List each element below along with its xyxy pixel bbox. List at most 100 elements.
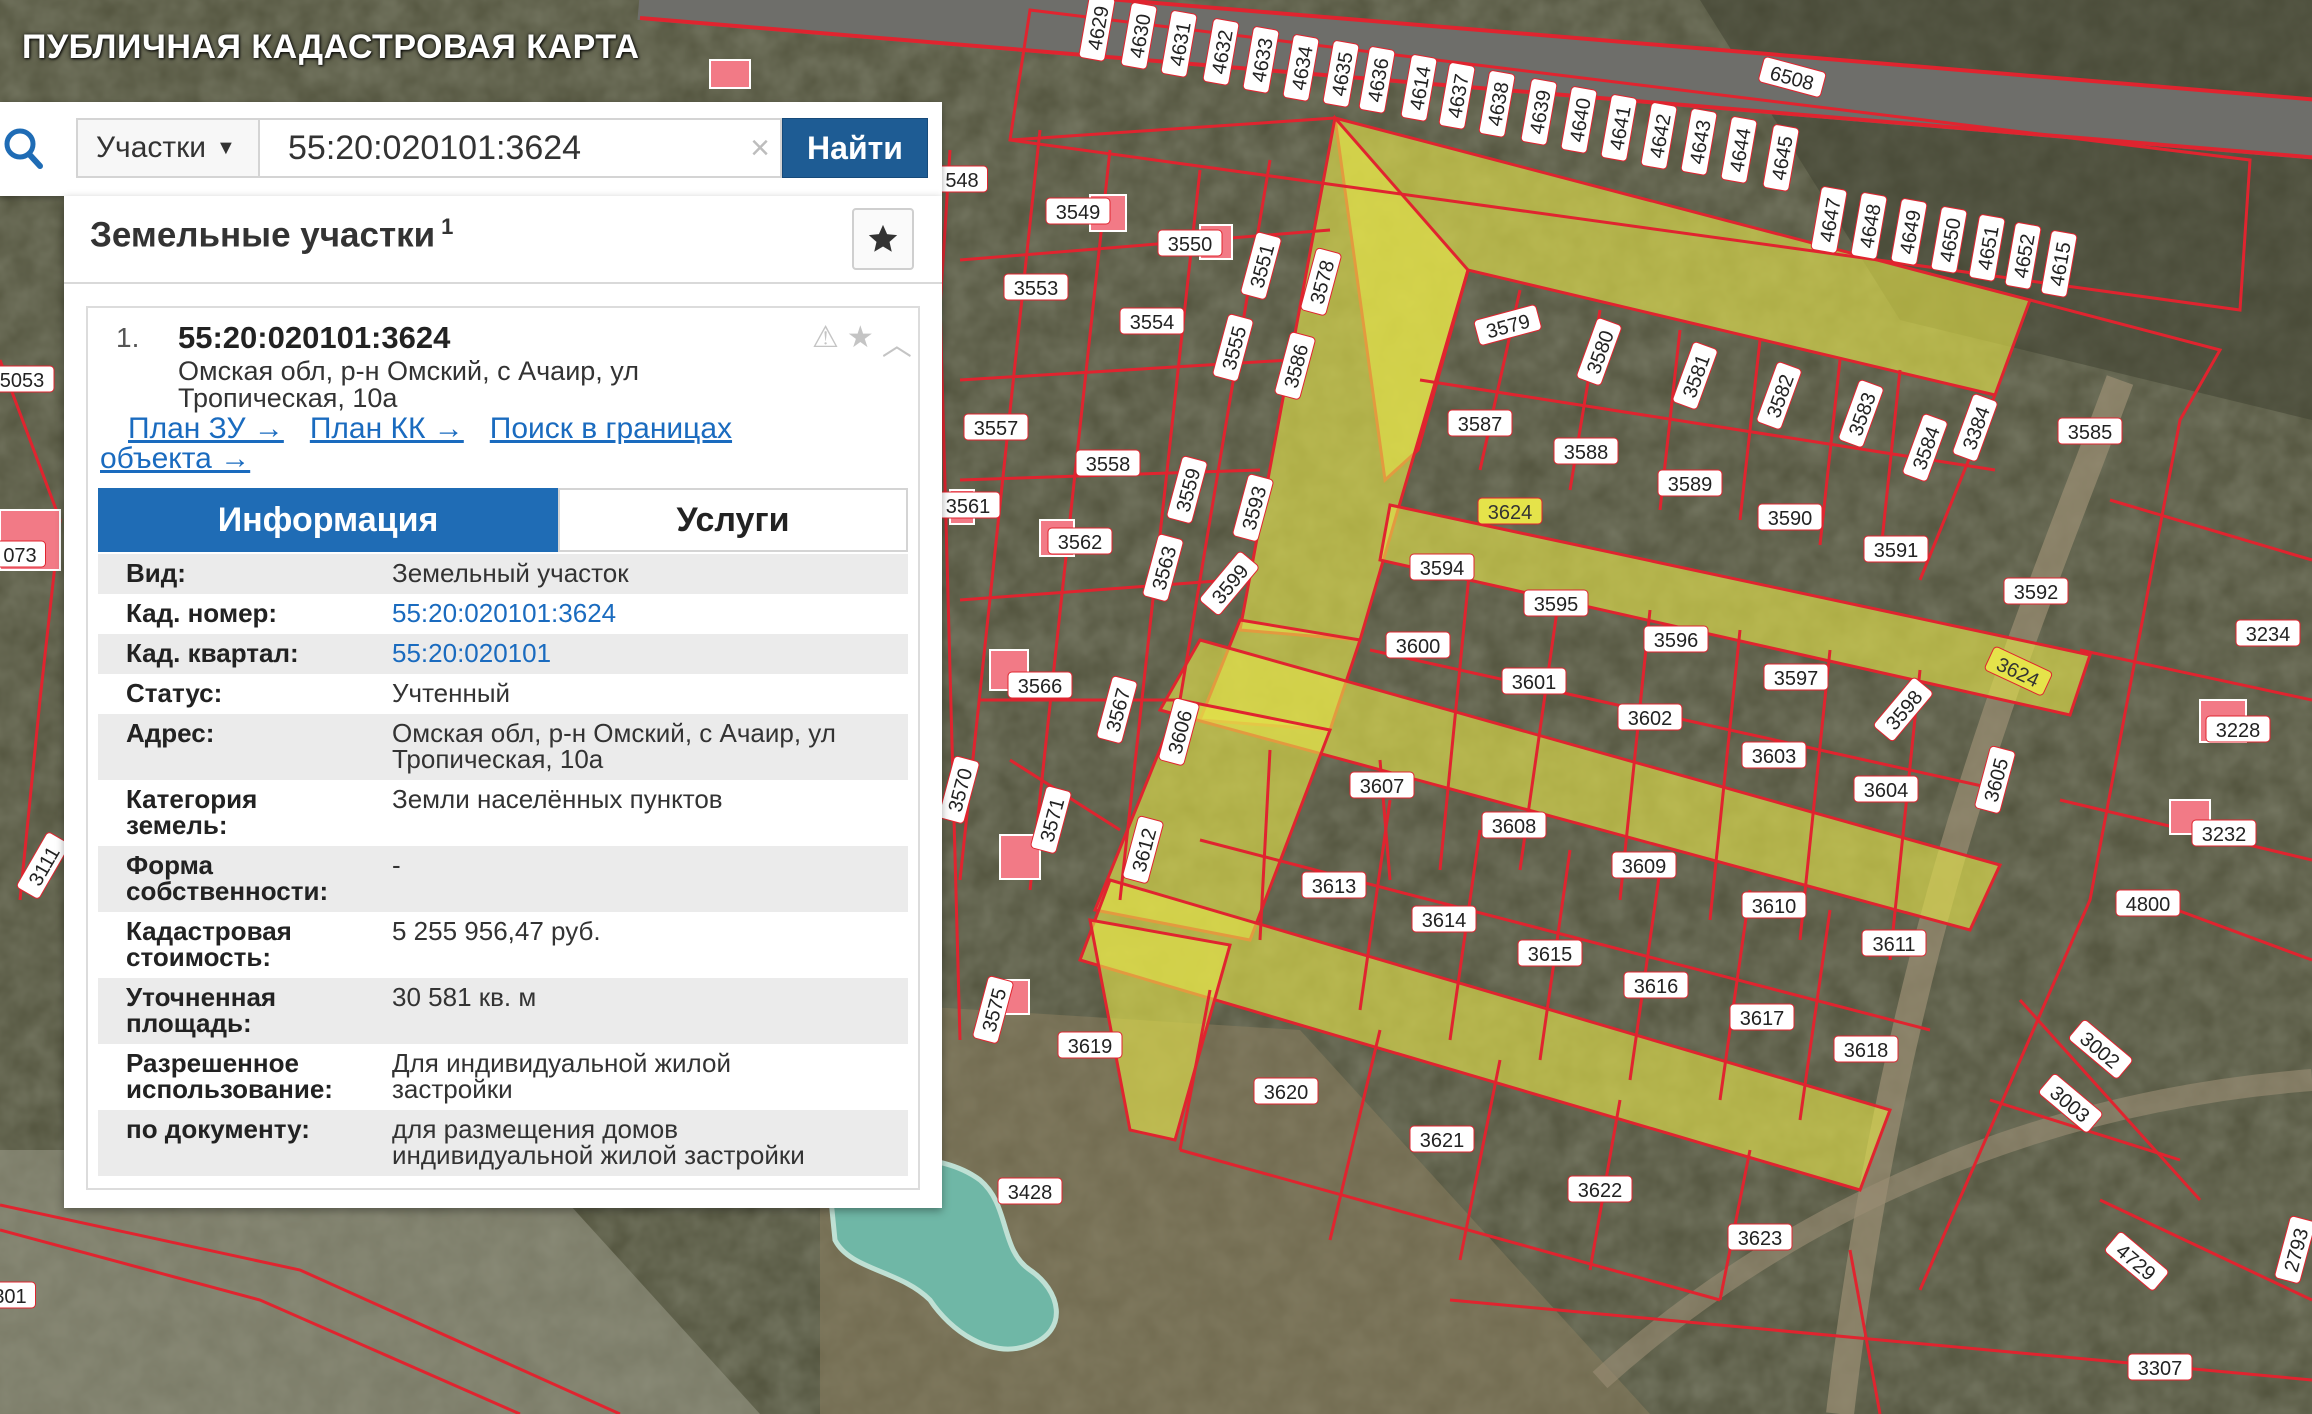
info-row-key: Статус: [126,680,364,706]
parcel-label: 301 [0,1281,36,1309]
parcel-label: 3603 [1741,741,1807,769]
info-row-key-line: Уточненная [126,982,277,1012]
info-row: Форма собственности: - [98,846,908,912]
result-card: 1. 55:20:020101:3624 Омская обл, р-н Омс… [86,306,920,1190]
search-in-bounds-link-text: Поиск в границах [489,412,733,445]
parcel-label-text: 3590 [1768,508,1813,530]
parcel-label: 5053 [0,365,55,393]
parcel-label: 548 [936,165,988,193]
parcel-label-text: 301 [0,1286,27,1308]
parcel-label-text: 3621 [1420,1130,1465,1152]
parcel-label: 3585 [2057,417,2123,445]
info-row: Вид: Земельный участок [98,554,908,594]
info-row-value-line: Земли населённых пунктов [392,784,723,814]
parcel-label-text: 3307 [2138,1358,2183,1380]
search-input-value: 55:20:020101:3624 [288,128,582,167]
info-row-value-line: 5 255 956,47 руб. [392,916,601,946]
parcel-label-text: 3622 [1578,1180,1623,1202]
parcel-label-text: 3609 [1622,856,1667,878]
chevron-up-icon[interactable]: ︿ [882,320,912,364]
info-row-value: Учтенный [392,680,902,706]
parcel-label-text: 3557 [974,418,1019,440]
plan-zu-link[interactable]: План ЗУ → [128,412,284,445]
parcel-label: 3587 [1447,409,1513,437]
info-row-key-line: Кад. номер: [126,598,278,628]
info-row-key-line: Вид: [126,558,186,588]
parcel-label: 4800 [2115,889,2181,917]
favorite-button[interactable] [852,208,914,270]
info-row-value-line: застройки [392,1074,513,1104]
info-row-value-line: для размещения домов [392,1114,679,1144]
parcel-label: 3549 [1045,197,1111,225]
result-address: Омская обл, р-н Омский, с Ачаир, ул Троп… [178,358,738,412]
parcel-label-text: 3596 [1654,630,1699,652]
parcel-label: 3604 [1853,775,1919,803]
info-row-key: Вид: [126,560,364,586]
parcel-label-text: 3587 [1458,414,1503,436]
parcel-label-text: 3553 [1014,278,1059,300]
star-icon[interactable]: ★ [847,320,874,364]
parcel-label: 3594 [1409,553,1475,581]
parcel-label-text: 3611 [1872,934,1915,956]
tab-services[interactable]: Услуги [558,488,908,552]
info-row-key-line: земель: [126,810,228,840]
info-row-key-line: использование: [126,1074,333,1104]
info-row-key: Кад. квартал: [126,640,364,666]
parcel-label-text: 3232 [2202,824,2247,846]
info-row-key-line: стоимость: [126,942,271,972]
star-icon [868,224,898,252]
info-row-value-line: - [392,850,401,880]
panel-title: Земельные участки 1 [90,214,453,256]
result-cad-number[interactable]: 55:20:020101:3624 [178,320,450,356]
parcel-label: 3609 [1611,851,1677,879]
parcel-label-text: 3558 [1086,454,1131,476]
parcel-label: 3622 [1567,1175,1633,1203]
find-button[interactable]: Найти [782,118,928,178]
warning-icon[interactable]: ⚠ [812,320,839,364]
info-row: Категория земель: Земли населённых пунктов [98,780,908,846]
card-actions: ⚠ ★ ︿ [812,320,912,364]
info-row-value: 30 581 кв. м [392,984,902,1010]
tab-info[interactable]: Информация [98,488,558,552]
parcel-label-text: 3554 [1130,312,1175,334]
info-row-value-line: Земельный участок [392,558,629,588]
parcel-label: 3613 [1301,871,1367,899]
info-row-key: Категория земель: [126,786,364,838]
parcel-label-text: 3617 [1740,1008,1785,1030]
info-row-value: Земли населённых пунктов [392,786,902,812]
parcel-label: 3615 [1517,939,1583,967]
info-row: Кадастровая стоимость: 5 255 956,47 руб. [98,912,908,978]
parcel-label-text: 3623 [1738,1228,1783,1250]
layer-select[interactable]: Участки ▼ [76,118,258,178]
parcel-label: 3614 [1411,905,1477,933]
search-input[interactable]: 55:20:020101:3624 [258,118,782,178]
parcel-label: 3566 [1007,671,1073,699]
parcel-label: 3588 [1553,437,1619,465]
parcel-label-text: 3234 [2246,624,2291,646]
search-bar: Участки ▼ 55:20:020101:3624 × Найти [0,102,942,196]
parcel-label: 3596 [1643,625,1709,653]
info-row: Кад. квартал: 55:20:020101 [98,634,908,674]
parcel-label: 3550 [1157,229,1223,257]
parcel-label-text: 5053 [0,370,44,392]
plan-kk-link[interactable]: План КК → [310,412,464,445]
parcel-label-text: 3597 [1774,668,1819,690]
info-row-value[interactable]: 55:20:020101:3624 [392,600,902,626]
info-row-value: - [392,852,902,878]
info-row-key-line: собственности: [126,876,329,906]
parcel-label: 3618 [1833,1035,1899,1063]
result-index: 1. [116,322,140,353]
layer-select-label: Участки [96,131,206,164]
parcel-label-text: 3601 [1512,672,1557,694]
search-in-bounds-link-text: объекта → [100,442,251,475]
clear-icon[interactable]: × [742,130,778,166]
info-row-value[interactable]: 55:20:020101 [392,640,902,666]
parcel-label-text: 3620 [1264,1082,1309,1104]
info-row-key: Адрес: [126,720,364,746]
search-icon[interactable] [2,124,46,172]
parcel-label: 3562 [1047,527,1113,555]
info-row-key-line: Форма [126,850,213,880]
info-row: по документу: для размещения домов индивид… [98,1110,908,1176]
parcel-label-text: 3591 [1874,540,1919,562]
parcel-label-text: 3550 [1168,234,1213,256]
